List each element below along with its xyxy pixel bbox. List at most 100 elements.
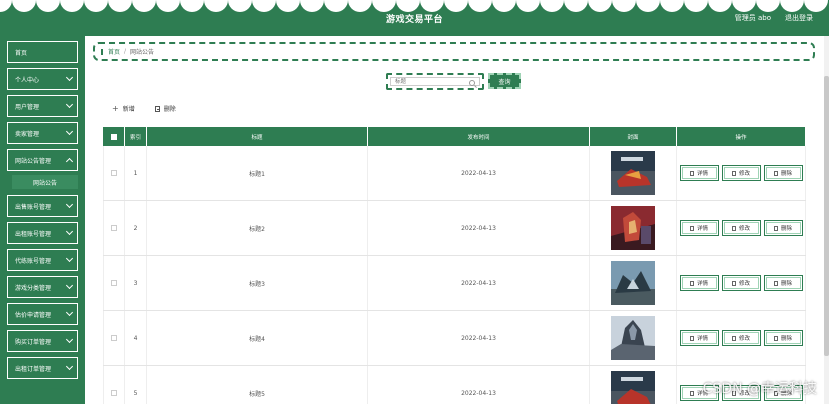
row-checkbox[interactable] xyxy=(111,170,117,176)
header-image: 封面 xyxy=(590,127,677,146)
header-title: 标题 xyxy=(147,127,368,146)
select-all-checkbox[interactable] xyxy=(110,133,117,140)
detail-button[interactable]: 详情 xyxy=(679,275,719,291)
chevron-down-icon xyxy=(65,127,74,136)
search-input[interactable] xyxy=(390,77,480,86)
breadcrumb: 首页 / 网站公告 xyxy=(93,42,815,61)
sidebar-item-purchase-orders[interactable]: 购买订单管理 xyxy=(7,330,78,352)
row-image-cell xyxy=(590,366,677,404)
sidebar-item-label: 卖家管理 xyxy=(15,130,40,138)
row-check-cell xyxy=(103,201,125,255)
sidebar-subitem-notice[interactable]: 网站公告 xyxy=(12,175,78,189)
header-ops: 操作 xyxy=(677,127,806,146)
row-ops-cell: 详情 修改 删除 xyxy=(677,146,806,200)
row-delete-button[interactable]: 删除 xyxy=(763,165,803,181)
sidebar-item-label: 出租账号管理 xyxy=(15,230,52,238)
detail-button[interactable]: 详情 xyxy=(679,165,719,181)
row-ops-cell: 详情 修改 删除 xyxy=(677,201,806,255)
row-check-cell xyxy=(103,256,125,310)
breadcrumb-home[interactable]: 首页 xyxy=(108,47,120,56)
chevron-down-icon xyxy=(65,362,74,371)
edit-label: 修改 xyxy=(738,226,750,232)
header-user-area: 管理员 abo 退出登录 xyxy=(735,13,813,23)
edit-button[interactable]: 修改 xyxy=(721,330,761,346)
sidebar-item-rent-accounts[interactable]: 出租账号管理 xyxy=(7,222,78,244)
sidebar-item-notice-management[interactable]: 网站公告管理 xyxy=(7,149,78,171)
add-label: 新增 xyxy=(122,106,135,113)
chevron-down-icon xyxy=(65,254,74,263)
row-image-cell xyxy=(590,146,677,200)
row-image-cell xyxy=(590,256,677,310)
row-delete-button[interactable]: 删除 xyxy=(763,220,803,236)
row-index: 1 xyxy=(125,146,147,200)
sidebar-item-label: 出租订单管理 xyxy=(15,365,52,373)
site-title: 游戏交易平台 xyxy=(385,15,443,25)
row-title: 标题4 xyxy=(147,311,368,365)
delete-button[interactable]: 删除 xyxy=(154,104,176,113)
notice-table: 索引 标题 发布时间 封面 操作 1 标题1 2022-04-13 详情 修改 … xyxy=(103,127,806,404)
row-date: 2022-04-13 xyxy=(368,146,590,200)
cover-image xyxy=(611,206,655,250)
search-box xyxy=(386,73,484,90)
sidebar-item-game-categories[interactable]: 游戏分类管理 xyxy=(7,276,78,298)
edit-button[interactable]: 修改 xyxy=(721,275,761,291)
document-icon xyxy=(689,390,694,396)
table-row: 1 标题1 2022-04-13 详情 修改 删除 xyxy=(103,146,806,201)
row-image-cell xyxy=(590,311,677,365)
row-title: 标题5 xyxy=(147,366,368,404)
row-checkbox[interactable] xyxy=(111,335,117,341)
document-icon xyxy=(689,335,694,341)
edit-button[interactable]: 修改 xyxy=(721,220,761,236)
row-checkbox[interactable] xyxy=(111,225,117,231)
sidebar-item-user-management[interactable]: 用户管理 xyxy=(7,95,78,117)
edit-label: 修改 xyxy=(738,336,750,342)
row-checkbox[interactable] xyxy=(111,390,117,396)
scrollbar-thumb[interactable] xyxy=(824,76,829,356)
cover-image xyxy=(611,151,655,195)
sidebar-item-seller-management[interactable]: 卖家管理 xyxy=(7,122,78,144)
header-date: 发布时间 xyxy=(368,127,590,146)
select-all-cell xyxy=(103,127,125,146)
row-checkbox[interactable] xyxy=(111,280,117,286)
add-button[interactable]: + 新增 xyxy=(112,104,135,113)
detail-label: 详情 xyxy=(696,226,708,232)
chevron-down-icon xyxy=(65,73,74,82)
logout-link[interactable]: 退出登录 xyxy=(785,13,813,23)
trash-icon xyxy=(773,170,778,176)
detail-button[interactable]: 详情 xyxy=(679,330,719,346)
sidebar-item-label: 用户管理 xyxy=(15,103,40,111)
row-date: 2022-04-13 xyxy=(368,201,590,255)
document-icon xyxy=(689,280,694,286)
sidebar-item-rent-orders[interactable]: 出租订单管理 xyxy=(7,357,78,379)
table-row: 2 标题2 2022-04-13 详情 修改 删除 xyxy=(103,201,806,256)
sidebar-item-label: 代练账号管理 xyxy=(15,257,52,265)
detail-label: 详情 xyxy=(696,281,708,287)
sidebar-item-label: 购买订单管理 xyxy=(15,338,52,346)
edit-button[interactable]: 修改 xyxy=(721,165,761,181)
sidebar-item-personal-center[interactable]: 个人中心 xyxy=(7,68,78,90)
chevron-down-icon xyxy=(65,100,74,109)
edit-label: 修改 xyxy=(738,281,750,287)
breadcrumb-marker-icon xyxy=(101,48,103,55)
row-date: 2022-04-13 xyxy=(368,311,590,365)
row-delete-button[interactable]: 删除 xyxy=(763,275,803,291)
row-delete-button[interactable]: 删除 xyxy=(763,330,803,346)
query-button[interactable]: 查询 xyxy=(488,73,521,89)
sidebar-item-label: 出售账号管理 xyxy=(15,203,52,211)
sidebar-item-valuation[interactable]: 估价申请管理 xyxy=(7,303,78,325)
detail-button[interactable]: 详情 xyxy=(679,220,719,236)
detail-label: 详情 xyxy=(696,171,708,177)
plus-icon: + xyxy=(112,103,119,113)
sidebar-item-home[interactable]: 首页 xyxy=(7,41,78,63)
row-check-cell xyxy=(103,311,125,365)
pencil-icon xyxy=(731,335,736,341)
vertical-scrollbar[interactable] xyxy=(824,36,829,404)
row-image-cell xyxy=(590,201,677,255)
delete-label: 删除 xyxy=(163,106,176,113)
row-delete-label: 删除 xyxy=(780,226,792,232)
sidebar-item-boost-accounts[interactable]: 代练账号管理 xyxy=(7,249,78,271)
row-title: 标题3 xyxy=(147,256,368,310)
row-delete-label: 删除 xyxy=(780,281,792,287)
sidebar-item-sale-accounts[interactable]: 出售账号管理 xyxy=(7,195,78,217)
trash-icon xyxy=(773,335,778,341)
